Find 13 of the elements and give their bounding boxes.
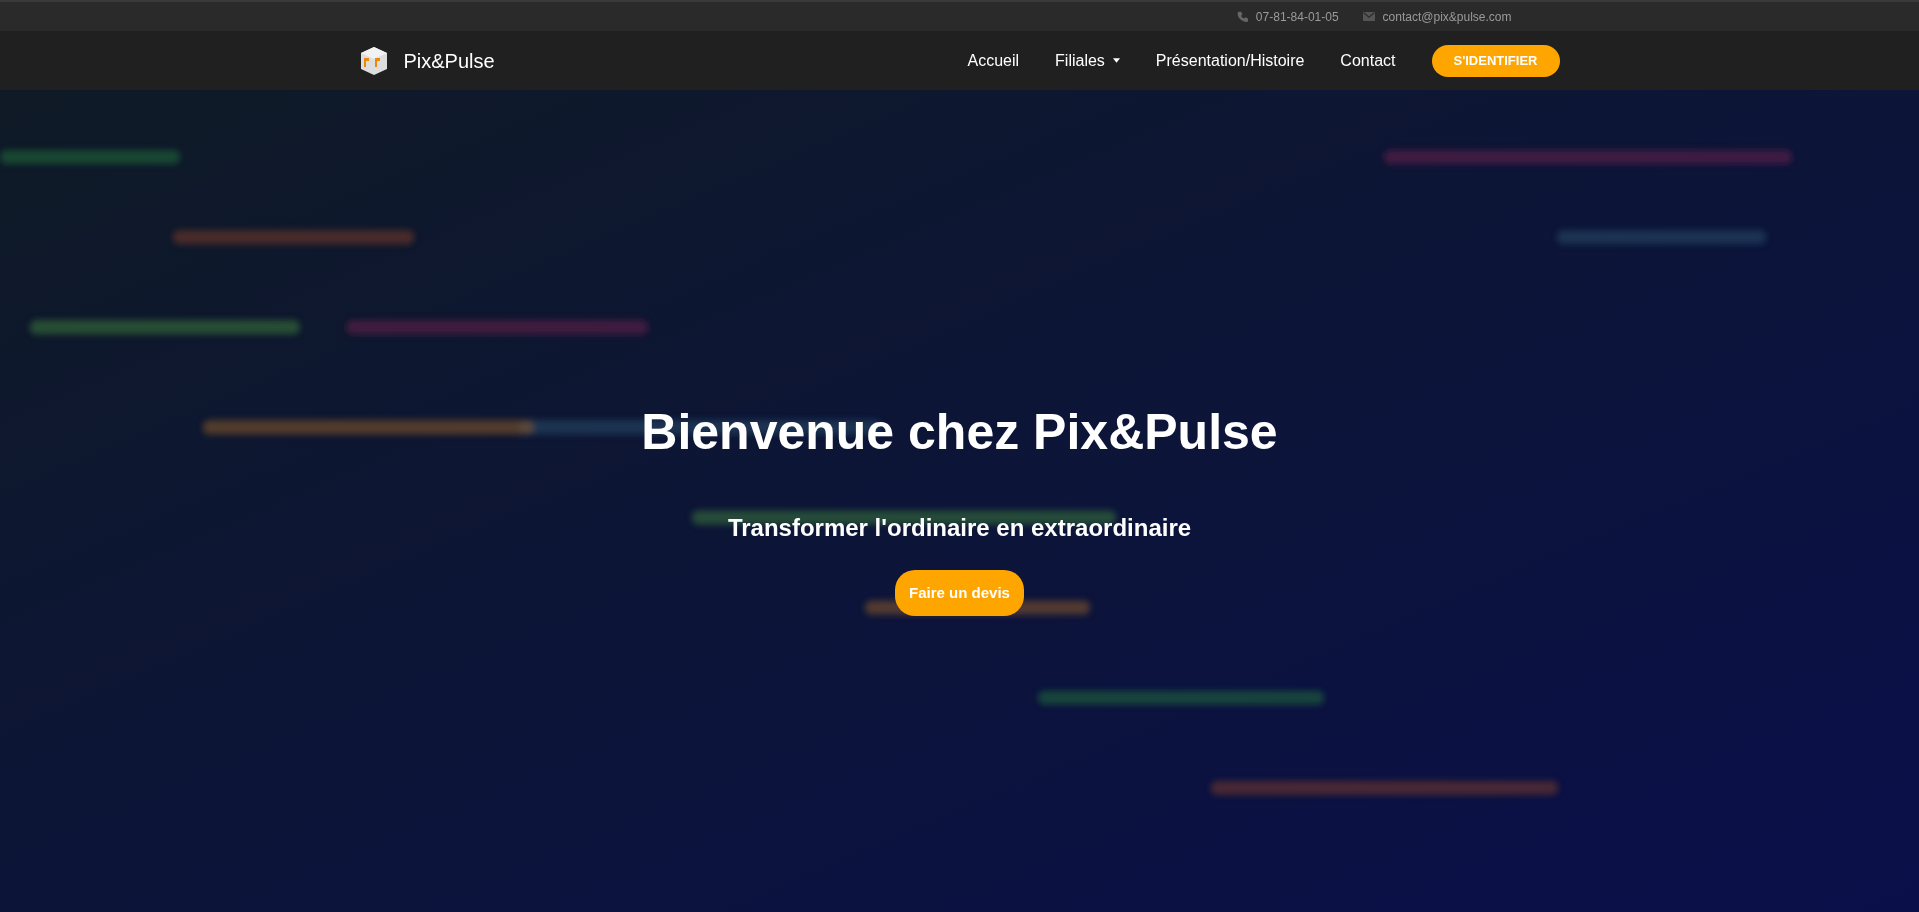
mail-icon [1362, 12, 1375, 21]
nav-link[interactable]: Présentation/Histoire [1155, 48, 1305, 73]
email-address[interactable]: contact@pix&pulse.com [1382, 7, 1512, 26]
nav-dropdown[interactable]: Filiales [1055, 48, 1120, 73]
caret-icon [1112, 58, 1120, 63]
phone-number[interactable]: 07-81-84-01-05 [1255, 7, 1339, 26]
nav-link[interactable]: Contact [1340, 48, 1396, 73]
brand-name[interactable]: Pix&Pulse [403, 45, 495, 76]
phone-icon [1236, 11, 1248, 22]
hero-title: Bienvenue chez Pix&Pulse [640, 403, 1279, 462]
nav-link[interactable]: Accueil [967, 48, 1020, 73]
hero-subtitle: Transformer l'ordinaire en extraordinaire [726, 513, 1193, 543]
logo-icon [359, 45, 388, 76]
